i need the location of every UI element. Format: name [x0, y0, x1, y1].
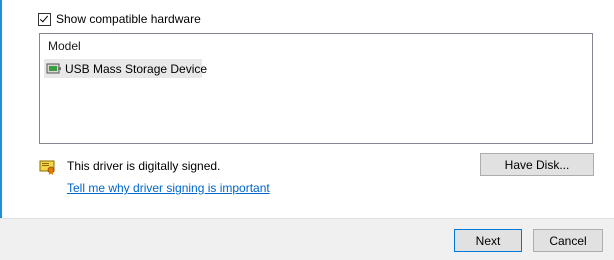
model-item-label: USB Mass Storage Device [65, 61, 208, 76]
show-compatible-hardware-label: Show compatible hardware [56, 12, 201, 26]
model-listbox[interactable]: Model USB Mass Storage Device [39, 33, 593, 144]
driver-signing-info-link[interactable]: Tell me why driver signing is important [67, 181, 270, 195]
signed-driver-icon [39, 159, 56, 175]
usb-device-icon [46, 62, 62, 76]
next-button[interactable]: Next [454, 229, 522, 252]
driver-signed-status: This driver is digitally signed. [67, 159, 221, 173]
model-list-item[interactable]: USB Mass Storage Device [44, 59, 207, 78]
show-compatible-hardware-checkbox[interactable]: Show compatible hardware [38, 11, 201, 27]
window-left-accent [0, 0, 2, 218]
cancel-button[interactable]: Cancel [533, 229, 603, 252]
model-column-header: Model [48, 39, 81, 53]
have-disk-button[interactable]: Have Disk... [480, 153, 594, 176]
checkbox-checked-icon[interactable] [38, 12, 51, 26]
